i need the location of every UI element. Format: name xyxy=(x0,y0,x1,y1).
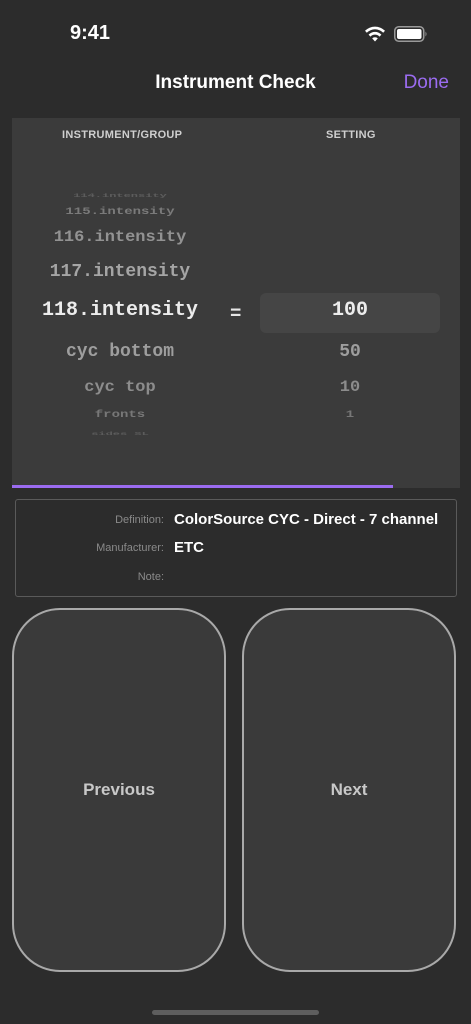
picker-setting: 1 xyxy=(345,409,355,421)
picker-instrument: cyc top xyxy=(84,379,156,397)
picker-setting: 100 xyxy=(331,299,368,322)
picker-instrument: 115.intensity xyxy=(65,206,175,218)
note-label: Note: xyxy=(137,571,164,583)
picker-row[interactable]: 116.intensity xyxy=(12,230,460,257)
picker-row[interactable]: 115.intensity xyxy=(12,207,460,228)
picker-instrument: 118.intensity xyxy=(41,299,199,322)
picker-row[interactable]: cyc top 10 xyxy=(12,380,460,407)
instrument-info: Definition: ColorSource CYC - Direct - 7… xyxy=(15,499,457,597)
progress-bar xyxy=(12,485,460,488)
header-setting: SETTING xyxy=(326,129,376,141)
note-row: Note: xyxy=(16,568,456,588)
wifi-icon xyxy=(365,26,385,42)
status-time: 9:41 xyxy=(70,22,111,44)
manufacturer-value: ETC xyxy=(174,539,204,556)
picker-row[interactable]: cyc bottom 50 xyxy=(12,342,460,372)
header-instrument-group: INSTRUMENT/GROUP xyxy=(62,129,183,141)
previous-button[interactable]: Previous xyxy=(12,608,226,972)
picker-instrument: sides SL xyxy=(91,431,149,437)
manufacturer-label: Manufacturer: xyxy=(96,542,164,554)
definition-label: Definition: xyxy=(115,514,164,526)
manufacturer-row: Manufacturer: ETC xyxy=(16,539,456,559)
definition-row: Definition: ColorSource CYC - Direct - 7… xyxy=(16,511,456,531)
progress-bar-fill xyxy=(12,485,393,488)
picker-instrument: cyc bottom xyxy=(65,342,175,362)
picker-row[interactable]: 114.intensity xyxy=(12,192,460,206)
definition-value: ColorSource CYC - Direct - 7 channel xyxy=(174,511,439,528)
picker-row-selected[interactable]: 118.intensity 100 xyxy=(12,299,460,329)
done-button[interactable]: Done xyxy=(404,72,449,94)
picker-setting: 10 xyxy=(339,379,361,397)
picker-row[interactable]: fronts 1 xyxy=(12,410,460,431)
instrument-picker[interactable]: INSTRUMENT/GROUP SETTING = 114.intensity… xyxy=(12,118,460,488)
page-title: Instrument Check xyxy=(155,72,316,93)
picker-instrument: 116.intensity xyxy=(53,229,187,247)
home-indicator xyxy=(152,1010,319,1015)
next-button[interactable]: Next xyxy=(242,608,456,972)
status-bar: 9:41 xyxy=(0,0,471,60)
picker-row[interactable]: sides SL xyxy=(12,431,460,443)
picker-instrument: 114.intensity xyxy=(73,192,167,199)
battery-icon xyxy=(394,26,427,42)
picker-setting: 50 xyxy=(339,342,361,362)
picker-row[interactable]: 117.intensity xyxy=(12,262,460,292)
picker-instrument: 117.intensity xyxy=(49,262,191,282)
picker-instrument: fronts xyxy=(94,409,146,421)
